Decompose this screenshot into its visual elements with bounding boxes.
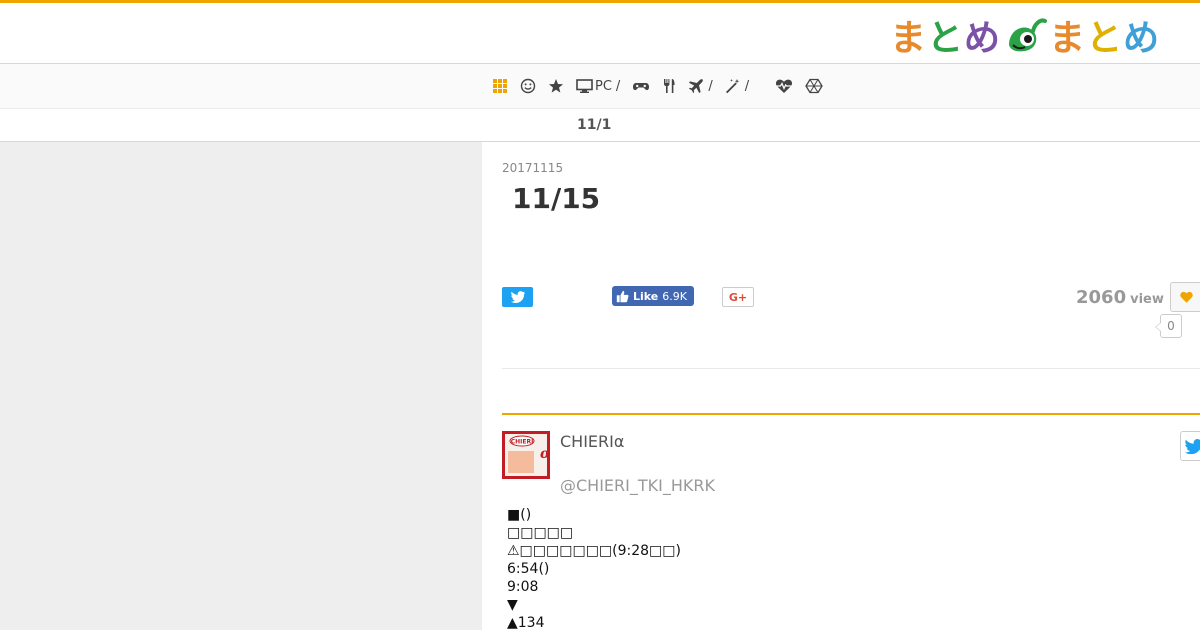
tweet-line: 6:54(): [507, 561, 550, 577]
gamepad-icon: [633, 83, 650, 91]
hexagon-icon: [805, 78, 823, 94]
svg-text:α: α: [540, 446, 550, 462]
nav-item-entertainment[interactable]: [520, 74, 536, 98]
nav-item-other[interactable]: [805, 74, 823, 98]
utensils-icon: [664, 79, 675, 93]
category-nav: PC / / /: [492, 74, 835, 98]
accent-divider: [502, 413, 1200, 415]
heart-icon: [1179, 291, 1193, 303]
tweet-line: ▲134: [507, 615, 545, 630]
google-plus-share-button[interactable]: G+: [722, 287, 754, 307]
divider: [502, 368, 1200, 369]
site-logo[interactable]: まとめ まとめ: [890, 13, 1160, 59]
nav-item-lifehack[interactable]: /: [725, 74, 749, 98]
tweet-line: ⚠□□□□□□□(9:28□□): [507, 543, 681, 559]
tweet-source-button[interactable]: [1180, 431, 1200, 461]
twitter-icon: [1185, 438, 1200, 454]
tweet-body: ■() □□□□□ ⚠□□□□□□□(9:28□□) 6:54() 9:08 ▼…: [507, 506, 681, 630]
nav-item-food[interactable]: [662, 74, 676, 98]
grid-icon: [493, 79, 507, 93]
breadcrumb-bar: 11/1: [0, 108, 1200, 142]
nav-item-slash: /: [615, 78, 621, 94]
twitter-share-button[interactable]: [502, 287, 533, 307]
facebook-like-count: 6.9K: [662, 289, 687, 303]
logo-text-right: まとめ: [1049, 18, 1161, 59]
nav-item-travel[interactable]: /: [688, 74, 713, 98]
monitor-icon: [576, 79, 593, 93]
heartbeat-icon: [776, 79, 793, 93]
view-count: 2060: [1076, 287, 1127, 308]
nav-item-pc[interactable]: PC /: [576, 74, 620, 98]
tweet-author-name[interactable]: CHIERIα: [560, 432, 624, 451]
avatar-image: CHIERI α: [502, 431, 550, 479]
article-main: 20171115 11/15 Like 6.9K G+ 2060 view 0: [482, 142, 1200, 630]
favorite-count: 0: [1155, 314, 1182, 338]
favorite-button[interactable]: [1170, 282, 1200, 312]
nav-item-slash: /: [708, 78, 713, 94]
tweet-line: ▼: [507, 597, 518, 613]
plane-icon: [689, 79, 704, 93]
logo-text-left: まとめ: [890, 18, 1002, 59]
facebook-like-label: Like: [633, 289, 659, 303]
avatar-text: CHIERI: [511, 439, 534, 446]
site-header: まとめ まとめ: [0, 0, 1200, 64]
smiley-icon: [520, 78, 536, 94]
nav-item-popular[interactable]: [548, 74, 564, 98]
tweet-author-handle[interactable]: @CHIERI_TKI_HKRK: [560, 476, 715, 495]
facebook-like-button[interactable]: Like 6.9K: [612, 286, 694, 306]
view-unit: view: [1130, 292, 1164, 307]
nav-item-slash: /: [744, 78, 750, 94]
nav-item-health[interactable]: [775, 74, 793, 98]
nav-item-games[interactable]: [632, 74, 650, 98]
magic-wand-icon: [725, 79, 739, 94]
star-icon: [549, 79, 563, 93]
thumbs-up-icon: [616, 290, 629, 302]
tweet-line: □□□□□: [507, 525, 574, 541]
article-title: 11/15: [512, 182, 601, 215]
view-counter: 2060 view: [1076, 287, 1164, 308]
tweet-line: 9:08: [507, 579, 539, 595]
breadcrumb[interactable]: 11/1: [577, 117, 611, 133]
category-navbar: PC / / /: [0, 64, 1200, 108]
avatar[interactable]: CHIERI α: [502, 431, 550, 479]
nav-item-label: PC: [595, 78, 612, 94]
article-date: 20171115: [502, 161, 564, 175]
nav-item-all[interactable]: [492, 74, 508, 98]
twitter-icon: [510, 291, 525, 303]
mascot-icon: [1009, 18, 1048, 52]
left-sidebar: [0, 142, 482, 630]
tweet-line: ■(): [507, 507, 532, 523]
google-plus-icon: G+: [728, 290, 748, 304]
